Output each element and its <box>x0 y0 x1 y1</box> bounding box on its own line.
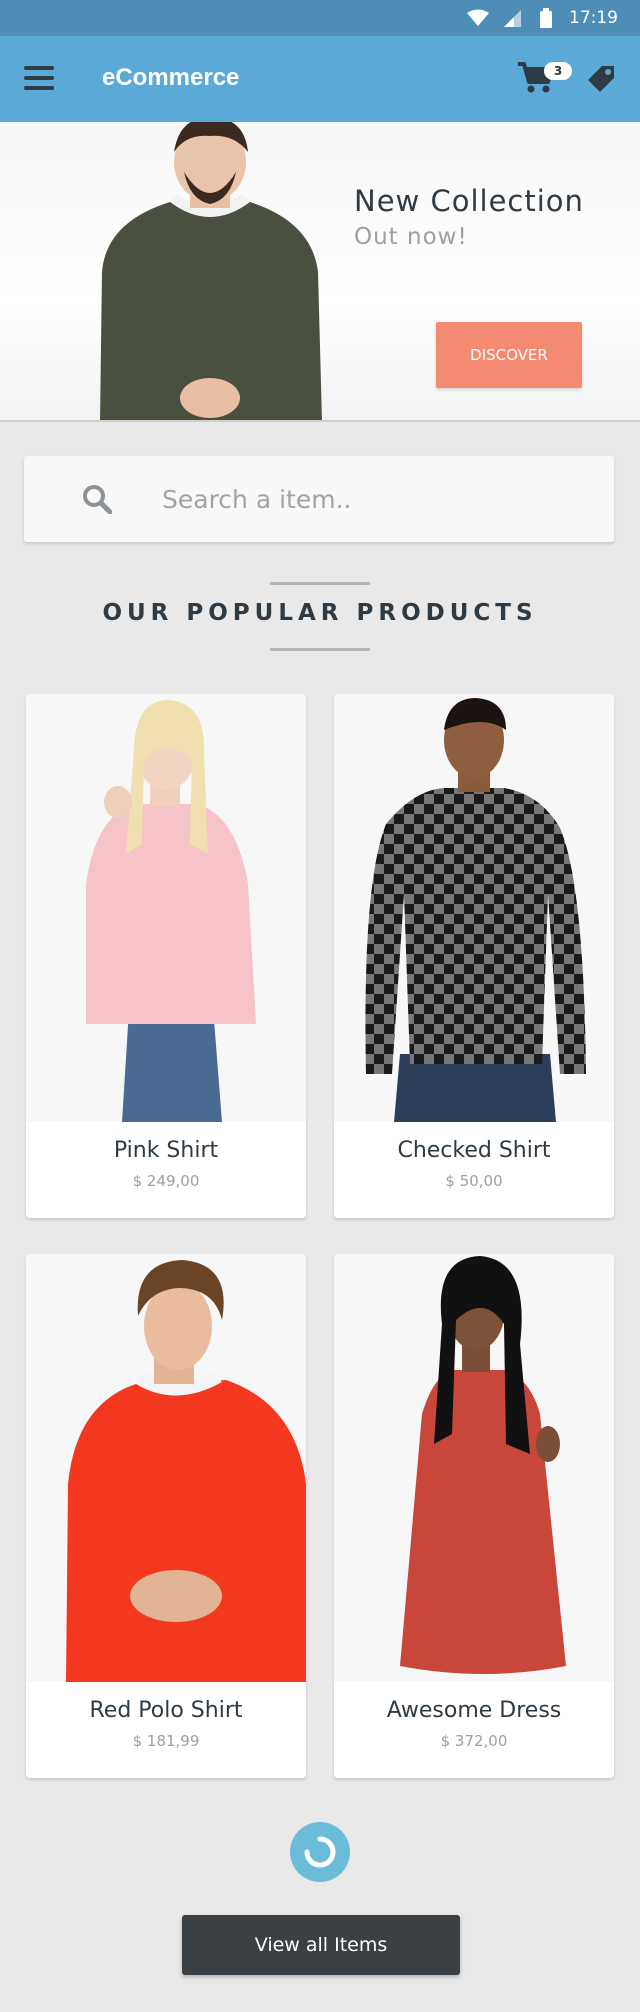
product-name: Checked Shirt <box>397 1138 551 1163</box>
product-price: $ 249,00 <box>132 1172 200 1190</box>
hero-banner: New Collection Out now! DISCOVER <box>0 122 640 422</box>
product-price: $ 372,00 <box>440 1732 508 1750</box>
product-price: $ 181,99 <box>132 1732 200 1750</box>
search-icon <box>83 485 112 514</box>
hero-model-image <box>100 122 322 420</box>
hero-title: New Collection <box>354 184 584 218</box>
product-card-red-polo-shirt[interactable]: Red Polo Shirt $ 181,99 <box>26 1254 306 1778</box>
menu-icon[interactable] <box>24 66 54 92</box>
search-input[interactable] <box>162 474 582 524</box>
product-name: Pink Shirt <box>113 1138 219 1163</box>
product-price: $ 50,00 <box>445 1172 503 1190</box>
search-bar[interactable] <box>24 456 614 542</box>
wifi-icon <box>467 7 489 29</box>
product-image <box>26 694 306 1122</box>
loading-spinner-icon <box>290 1822 350 1882</box>
view-all-items-button[interactable]: View all Items <box>182 1915 460 1975</box>
section-divider-top <box>270 582 370 585</box>
product-image <box>26 1254 306 1682</box>
product-card-pink-shirt[interactable]: Pink Shirt $ 249,00 <box>26 694 306 1218</box>
app-title: eCommerce <box>102 64 240 91</box>
section-divider-bottom <box>270 648 370 651</box>
discover-button[interactable]: DISCOVER <box>436 322 582 388</box>
cart-count-badge: 3 <box>544 62 572 80</box>
product-name: Red Polo Shirt <box>89 1698 243 1723</box>
hero-subtitle: Out now! <box>354 224 468 250</box>
product-card-awesome-dress[interactable]: Awesome Dress $ 372,00 <box>334 1254 614 1778</box>
battery-icon <box>535 7 557 29</box>
tag-icon[interactable] <box>584 62 618 96</box>
product-card-checked-shirt[interactable]: Checked Shirt $ 50,00 <box>334 694 614 1218</box>
section-title: OUR POPULAR PRODUCTS <box>102 600 538 626</box>
signal-icon <box>501 7 523 29</box>
product-name: Awesome Dress <box>386 1698 562 1723</box>
app-bar: eCommerce 3 <box>0 36 640 122</box>
product-image <box>334 694 614 1122</box>
status-bar: 17:19 <box>0 0 640 36</box>
product-image <box>334 1254 614 1682</box>
status-time: 17:19 <box>569 8 618 28</box>
